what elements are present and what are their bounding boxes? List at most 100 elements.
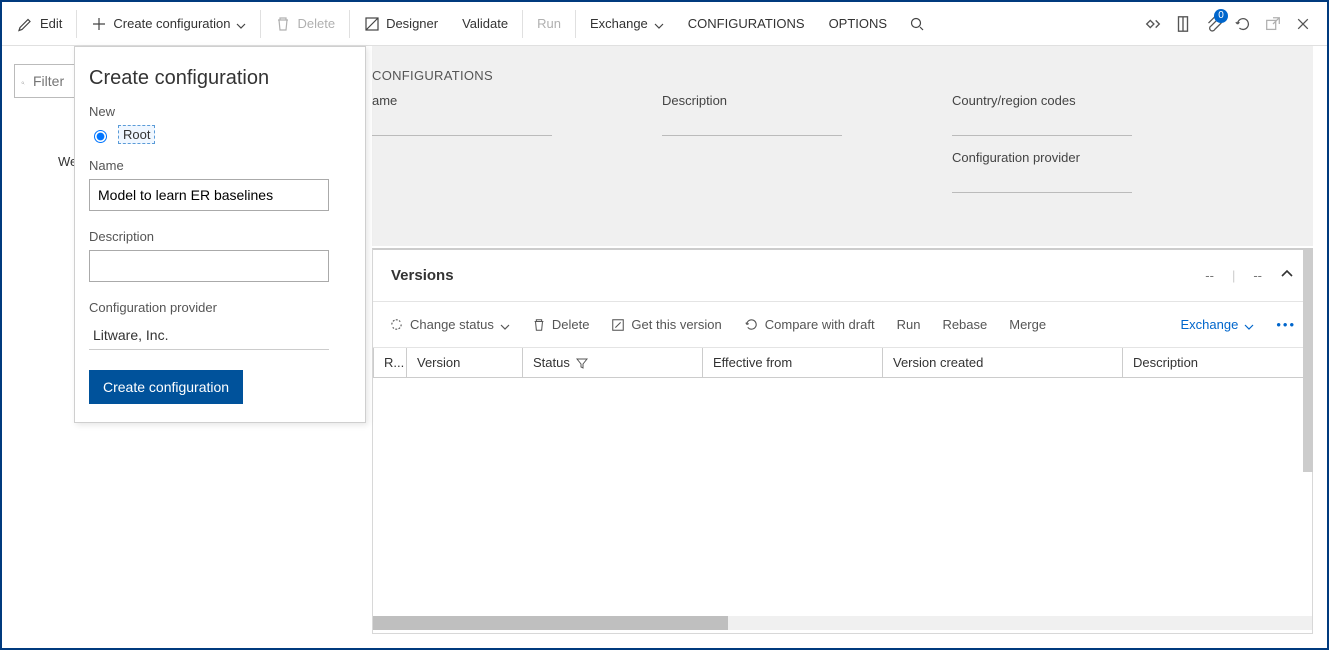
- close-button[interactable]: [1293, 14, 1313, 34]
- configurations-tab-label: CONFIGURATIONS: [688, 16, 805, 31]
- description-input[interactable]: [89, 250, 329, 282]
- pencil-icon: [18, 16, 34, 32]
- versions-grid-header: R... Version Status Effective from Versi…: [373, 348, 1312, 378]
- new-group-label: New: [89, 104, 351, 119]
- compare-draft-button[interactable]: Compare with draft: [744, 317, 875, 332]
- separator: [76, 10, 77, 38]
- version-delete-label: Delete: [552, 317, 590, 332]
- plus-icon: [91, 16, 107, 32]
- validate-button[interactable]: Validate: [450, 2, 520, 46]
- refresh-button[interactable]: [1233, 14, 1253, 34]
- separator: [522, 10, 523, 38]
- provider-value[interactable]: Litware, Inc.: [89, 321, 329, 350]
- attachments-button[interactable]: 0: [1203, 14, 1223, 34]
- chevron-down-icon: [236, 19, 246, 29]
- office-icon: [1174, 15, 1192, 33]
- download-icon: [611, 318, 625, 332]
- version-run-button[interactable]: Run: [897, 317, 921, 332]
- office-icon-button[interactable]: [1173, 14, 1193, 34]
- filter-icon: [576, 357, 588, 369]
- separator: [575, 10, 576, 38]
- designer-icon: [364, 16, 380, 32]
- exchange-button[interactable]: Exchange: [578, 2, 676, 46]
- search-icon: [909, 16, 925, 32]
- scrollbar-thumb[interactable]: [373, 616, 728, 630]
- rebase-label: Rebase: [942, 317, 987, 332]
- trash-icon: [532, 318, 546, 332]
- chevron-down-icon: [1244, 320, 1254, 330]
- filter-input-wrap[interactable]: [14, 64, 78, 98]
- versions-exchange-button[interactable]: Exchange: [1181, 317, 1255, 332]
- name-input-label: Name: [89, 158, 351, 173]
- versions-exchange-label: Exchange: [1181, 317, 1239, 332]
- delete-label: Delete: [297, 16, 335, 31]
- connector-icon: [1144, 15, 1162, 33]
- compare-draft-label: Compare with draft: [765, 317, 875, 332]
- versions-status-1: --: [1205, 268, 1214, 283]
- popout-icon: [1264, 15, 1282, 33]
- search-icon: [21, 73, 25, 89]
- configurations-section-title: CONFIGURATIONS: [372, 68, 1313, 83]
- options-tab[interactable]: OPTIONS: [817, 2, 900, 46]
- versions-toolbar: Change status Delete Get this version Co…: [373, 302, 1312, 348]
- exchange-label: Exchange: [590, 16, 648, 31]
- grid-col-version-created[interactable]: Version created: [883, 348, 1123, 377]
- popout-button[interactable]: [1263, 14, 1283, 34]
- root-radio-label: Root: [118, 125, 155, 144]
- refresh-icon: [1234, 15, 1252, 33]
- attachments-badge: 0: [1214, 9, 1228, 23]
- create-configuration-button[interactable]: Create configuration: [79, 2, 258, 46]
- versions-more-button[interactable]: •••: [1276, 317, 1296, 332]
- change-status-label: Change status: [410, 317, 494, 332]
- col-name-label: ame: [372, 93, 602, 108]
- versions-panel: Versions -- | -- Change status Delete Ge…: [372, 248, 1313, 634]
- grid-col-status[interactable]: Status: [523, 348, 703, 377]
- configurations-tab[interactable]: CONFIGURATIONS: [676, 2, 817, 46]
- versions-grid-body: [373, 378, 1312, 616]
- merge-button[interactable]: Merge: [1009, 317, 1046, 332]
- separator: [260, 10, 261, 38]
- rebase-button[interactable]: Rebase: [942, 317, 987, 332]
- provider-input-label: Configuration provider: [89, 300, 351, 315]
- delete-button[interactable]: Delete: [263, 2, 347, 46]
- merge-label: Merge: [1009, 317, 1046, 332]
- grid-col-description[interactable]: Description: [1123, 348, 1312, 377]
- country-codes-field[interactable]: [952, 112, 1132, 136]
- description-input-label: Description: [89, 229, 351, 244]
- vertical-scrollbar[interactable]: [1303, 248, 1313, 472]
- description-field[interactable]: [662, 112, 842, 136]
- grid-col-version[interactable]: Version: [407, 348, 523, 377]
- search-toolbar-button[interactable]: [899, 2, 935, 46]
- separator: [349, 10, 350, 38]
- edit-button[interactable]: Edit: [6, 2, 74, 46]
- col-country-codes-label: Country/region codes: [952, 93, 1182, 108]
- grid-col-effective-from[interactable]: Effective from: [703, 348, 883, 377]
- designer-label: Designer: [386, 16, 438, 31]
- provider-field[interactable]: [952, 169, 1132, 193]
- compare-icon: [744, 317, 759, 332]
- status-cycle-icon: [389, 317, 404, 332]
- name-field[interactable]: [372, 112, 552, 136]
- grid-col-r[interactable]: R...: [373, 348, 407, 377]
- change-status-button[interactable]: Change status: [389, 317, 510, 332]
- connector-icon-button[interactable]: [1143, 14, 1163, 34]
- create-configuration-submit[interactable]: Create configuration: [89, 370, 243, 404]
- versions-h-scrollbar[interactable]: [373, 616, 1312, 630]
- collapse-button[interactable]: [1280, 267, 1294, 284]
- filter-input[interactable]: [31, 72, 71, 90]
- toolbar-right: 0: [1143, 14, 1323, 34]
- name-input[interactable]: [89, 179, 329, 211]
- get-version-button[interactable]: Get this version: [611, 317, 721, 332]
- version-delete-button[interactable]: Delete: [532, 317, 590, 332]
- col-description-label: Description: [662, 93, 892, 108]
- create-configuration-label: Create configuration: [113, 16, 230, 31]
- run-button[interactable]: Run: [525, 2, 573, 46]
- close-icon: [1295, 16, 1311, 32]
- root-radio[interactable]: [94, 130, 107, 143]
- get-version-label: Get this version: [631, 317, 721, 332]
- chevron-down-icon: [500, 320, 510, 330]
- dialog-title: Create configuration: [89, 67, 351, 90]
- options-tab-label: OPTIONS: [829, 16, 888, 31]
- designer-button[interactable]: Designer: [352, 2, 450, 46]
- version-run-label: Run: [897, 317, 921, 332]
